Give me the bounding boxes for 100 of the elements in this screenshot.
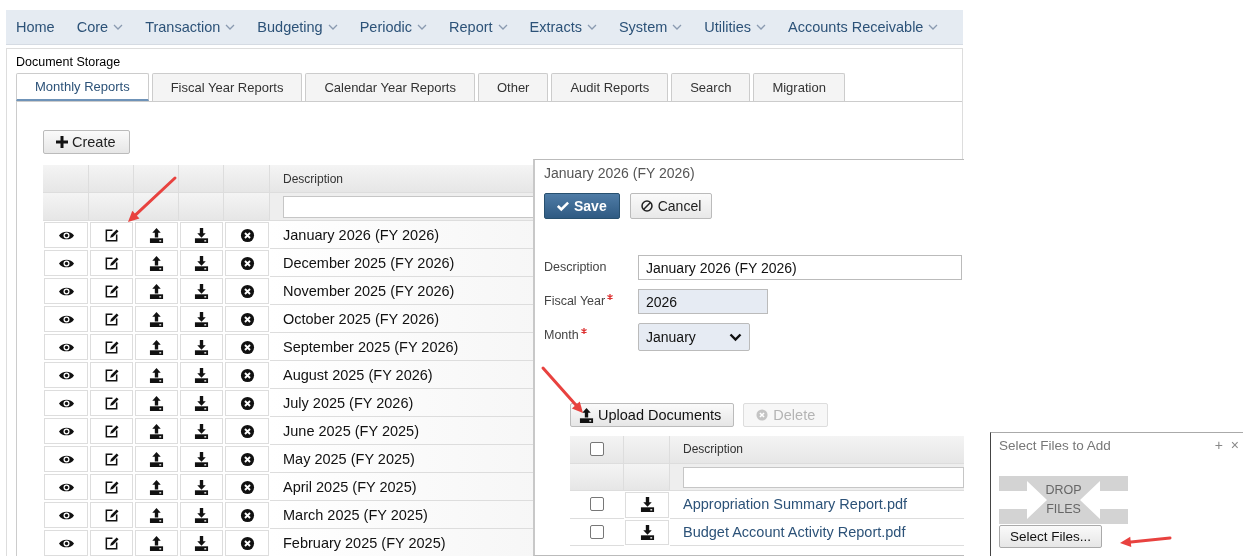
download-button[interactable] [180, 334, 223, 360]
menu-item[interactable]: Extracts [529, 19, 597, 35]
file-link[interactable]: Appropriation Summary Report.pdf [670, 491, 964, 519]
menu-item[interactable]: Transaction [145, 19, 236, 35]
upload-button[interactable] [135, 278, 178, 304]
download-icon [194, 535, 209, 551]
select-files-button[interactable]: Select Files... [999, 525, 1103, 548]
tab[interactable]: Fiscal Year Reports [151, 73, 303, 101]
view-button[interactable] [44, 362, 88, 388]
download-button[interactable] [180, 362, 223, 388]
download-button[interactable] [180, 530, 223, 556]
edit-button[interactable] [90, 334, 133, 360]
upload-documents-button[interactable]: Upload Documents [570, 403, 735, 427]
view-button[interactable] [44, 250, 88, 276]
delete-button[interactable] [225, 222, 269, 248]
delete-button[interactable] [225, 250, 269, 276]
menu-item[interactable]: Periodic [359, 19, 428, 35]
upload-button[interactable] [135, 390, 178, 416]
upload-button[interactable] [135, 502, 178, 528]
cancel-button[interactable]: Cancel [629, 193, 713, 219]
menu-item[interactable]: Home [16, 19, 55, 35]
edit-button[interactable] [90, 474, 133, 500]
download-button[interactable] [180, 278, 223, 304]
menu-item[interactable]: Utilities [704, 19, 767, 35]
upload-button[interactable] [135, 474, 178, 500]
upload-button[interactable] [135, 446, 178, 472]
view-button[interactable] [44, 418, 88, 444]
filter-field[interactable] [683, 466, 964, 488]
tab[interactable]: Other [477, 73, 549, 101]
delete-button[interactable] [225, 474, 269, 500]
file-link[interactable]: Budget Account Activity Report.pdf [670, 518, 964, 546]
edit-button[interactable] [90, 222, 133, 248]
download-button[interactable] [180, 418, 223, 444]
create-button[interactable]: Create [43, 130, 130, 154]
edit-button[interactable] [90, 446, 133, 472]
delete-button[interactable] [225, 278, 269, 304]
view-button[interactable] [44, 446, 88, 472]
edit-button[interactable] [90, 362, 133, 388]
download-button[interactable] [180, 390, 223, 416]
download-button[interactable] [180, 446, 223, 472]
close-button[interactable]: × [1226, 437, 1243, 453]
view-button[interactable] [44, 390, 88, 416]
menu-item[interactable]: Accounts Receivable [788, 19, 939, 35]
download-button[interactable] [180, 306, 223, 332]
edit-button[interactable] [90, 530, 133, 556]
upload-button[interactable] [135, 250, 178, 276]
view-button[interactable] [44, 222, 88, 248]
drop-zone[interactable]: DROP FILES [999, 476, 1128, 524]
view-button[interactable] [44, 278, 88, 304]
upload-button[interactable] [135, 418, 178, 444]
edit-button[interactable] [90, 390, 133, 416]
download-button[interactable] [180, 250, 223, 276]
edit-button[interactable] [90, 502, 133, 528]
text-field[interactable]: January 2026 (FY 2026) [638, 255, 962, 280]
edit-button[interactable] [90, 418, 133, 444]
delete-button[interactable] [225, 446, 269, 472]
tab[interactable]: Migration [753, 73, 845, 101]
download-button[interactable] [625, 519, 669, 545]
edit-button[interactable] [90, 250, 133, 276]
close-circle-icon [756, 409, 769, 421]
menu-item[interactable]: Budgeting [257, 19, 338, 35]
delete-button[interactable] [225, 334, 269, 360]
delete-button[interactable] [225, 306, 269, 332]
menu-item[interactable]: System [618, 19, 683, 35]
view-button[interactable] [44, 334, 88, 360]
menu-item[interactable]: Report [449, 19, 508, 35]
checkbox[interactable] [590, 524, 604, 539]
save-button[interactable]: Save [544, 193, 620, 219]
download-button[interactable] [180, 474, 223, 500]
tab[interactable]: Search [671, 73, 751, 101]
edit-button[interactable] [90, 306, 133, 332]
upload-button[interactable] [135, 362, 178, 388]
edit-button[interactable] [90, 278, 133, 304]
tab[interactable]: Monthly Reports [16, 73, 149, 101]
delete-button[interactable] [225, 362, 269, 388]
delete-button[interactable] [225, 502, 269, 528]
delete-button[interactable] [225, 390, 269, 416]
view-button[interactable] [44, 502, 88, 528]
header-cell [179, 165, 224, 193]
annotation-arrow [1120, 536, 1172, 548]
add-button[interactable]: + [1210, 437, 1227, 453]
view-button[interactable] [44, 306, 88, 332]
delete-button[interactable] [225, 418, 269, 444]
download-button[interactable] [180, 502, 223, 528]
month-dropdown[interactable]: January [638, 323, 750, 351]
upload-button[interactable] [135, 222, 178, 248]
download-button[interactable] [625, 492, 669, 518]
upload-icon [149, 535, 164, 551]
upload-button[interactable] [135, 530, 178, 556]
upload-button[interactable] [135, 334, 178, 360]
upload-button[interactable] [135, 306, 178, 332]
menu-item[interactable]: Core [76, 19, 124, 35]
tab[interactable]: Audit Reports [551, 73, 669, 101]
view-button[interactable] [44, 530, 88, 556]
checkbox[interactable] [590, 497, 604, 512]
view-button[interactable] [44, 474, 88, 500]
tab[interactable]: Calendar Year Reports [305, 73, 475, 101]
download-button[interactable] [180, 222, 223, 248]
checkbox[interactable] [589, 442, 604, 457]
delete-button[interactable] [225, 530, 269, 556]
